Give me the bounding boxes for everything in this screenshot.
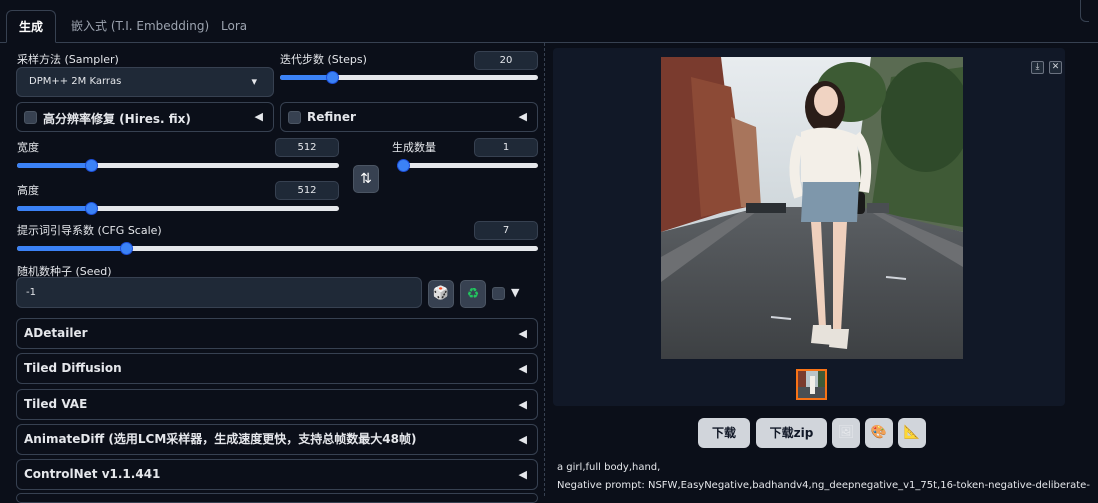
triangle-left-icon: ◀ (518, 433, 527, 446)
palette-icon: 🎨 (870, 425, 888, 440)
accordion-next[interactable] (16, 493, 538, 503)
tab-bar: 生成 嵌入式 (T.I. Embedding) Lora (0, 0, 1098, 43)
accordion-adetailer[interactable]: ADetailer ◀ (16, 318, 538, 349)
hires-fix-toggle[interactable]: 高分辨率修复 (Hires. fix) ◀ (16, 102, 274, 132)
steps-input[interactable]: 20 (474, 51, 538, 70)
generated-image-drawing (661, 57, 963, 359)
triangle-left-icon: ◀ (518, 398, 527, 411)
refiner-toggle[interactable]: Refiner ◀ (280, 102, 538, 132)
generation-prompt: a girl,full body,hand, (557, 462, 661, 473)
sampler-select[interactable]: DPM++ 2M Karras ▾ (16, 67, 274, 97)
extra-seed-checkbox[interactable] (492, 287, 505, 300)
steps-slider-thumb[interactable] (325, 71, 339, 84)
tab-lora[interactable]: Lora (209, 10, 259, 43)
recycle-icon: ♻ (466, 286, 480, 302)
triangle-left-icon: ◀ (518, 362, 527, 375)
accordion-label: Tiled Diffusion (24, 361, 122, 375)
ruler-icon: 📐 (903, 425, 921, 440)
seed-input[interactable]: -1 (16, 277, 422, 308)
dice-icon: 🎲 (432, 286, 450, 301)
cfg-slider[interactable] (17, 242, 538, 255)
steps-slider[interactable] (280, 71, 538, 84)
width-slider[interactable] (17, 159, 339, 172)
gallery-thumbnail[interactable] (796, 369, 827, 400)
width-input[interactable]: 512 (275, 138, 339, 157)
accordion-controlnet[interactable]: ControlNet v1.1.441 ◀ (16, 459, 538, 490)
accordion-label: ControlNet v1.1.441 (24, 467, 161, 481)
batch-count-label: 生成数量 (392, 141, 436, 154)
swap-dimensions-button[interactable]: ⇅ (353, 165, 379, 193)
reuse-seed-button[interactable]: ♻ (460, 280, 486, 308)
triangle-left-icon: ◀ (518, 468, 527, 481)
gallery-thumbnail-drawing (798, 371, 825, 398)
height-slider[interactable] (17, 202, 339, 215)
generated-image[interactable] (661, 57, 963, 359)
triangle-down-icon[interactable]: ▼ (511, 286, 519, 299)
triangle-left-icon: ◀ (518, 110, 527, 123)
image-icon: 🖼 (837, 425, 855, 440)
triangle-left-icon: ◀ (518, 327, 527, 340)
download-zip-button[interactable]: 下载zip (756, 418, 827, 448)
cfg-label: 提示词引导系数 (CFG Scale) (17, 224, 162, 237)
hires-fix-checkbox[interactable] (24, 111, 37, 124)
tab-embedding[interactable]: 嵌入式 (T.I. Embedding) (59, 10, 221, 43)
batch-count-input[interactable]: 1 (474, 138, 538, 157)
random-seed-button[interactable]: 🎲 (428, 280, 454, 308)
width-slider-thumb[interactable] (85, 159, 99, 172)
height-slider-thumb[interactable] (85, 202, 99, 215)
download-icon[interactable]: ⤓ (1031, 61, 1044, 74)
refiner-label: Refiner (307, 110, 356, 124)
tab-bar-corner (1080, 0, 1089, 22)
sampler-label: 采样方法 (Sampler) (17, 53, 119, 66)
swap-icon: ⇅ (360, 171, 372, 187)
negative-prompt: Negative prompt: NSFW,EasyNegative,badha… (557, 480, 1090, 491)
send-to-inpaint-button[interactable]: 🎨 (865, 418, 893, 448)
send-to-extras-button[interactable]: 📐 (898, 418, 926, 448)
sampler-value: DPM++ 2M Karras (29, 76, 122, 87)
steps-label: 迭代步数 (Steps) (280, 53, 367, 66)
accordion-tiled-vae[interactable]: Tiled VAE ◀ (16, 389, 538, 420)
tab-generate[interactable]: 生成 (6, 10, 57, 43)
height-input[interactable]: 512 (275, 181, 339, 200)
accordion-label: Tiled VAE (24, 397, 88, 411)
download-button[interactable]: 下载 (698, 418, 750, 448)
hires-fix-label: 高分辨率修复 (Hires. fix) (43, 112, 191, 126)
width-label: 宽度 (17, 141, 39, 154)
accordion-tiled-diffusion[interactable]: Tiled Diffusion ◀ (16, 353, 538, 384)
accordion-animatediff[interactable]: AnimateDiff (选用LCM采样器，生成速度更快，支持总帧数最大48帧)… (16, 424, 538, 455)
batch-count-slider-thumb[interactable] (397, 159, 410, 172)
close-icon[interactable]: ✕ (1049, 61, 1062, 74)
chevron-down-icon: ▾ (251, 75, 257, 88)
send-to-img2img-button[interactable]: 🖼 (832, 418, 860, 448)
triangle-left-icon: ◀ (254, 110, 263, 123)
refiner-checkbox[interactable] (288, 111, 301, 124)
batch-count-slider[interactable] (397, 159, 538, 172)
height-label: 高度 (17, 184, 39, 197)
accordion-label: AnimateDiff (选用LCM采样器，生成速度更快，支持总帧数最大48帧) (24, 432, 417, 446)
cfg-input[interactable]: 7 (474, 221, 538, 240)
accordion-label: ADetailer (24, 326, 88, 340)
